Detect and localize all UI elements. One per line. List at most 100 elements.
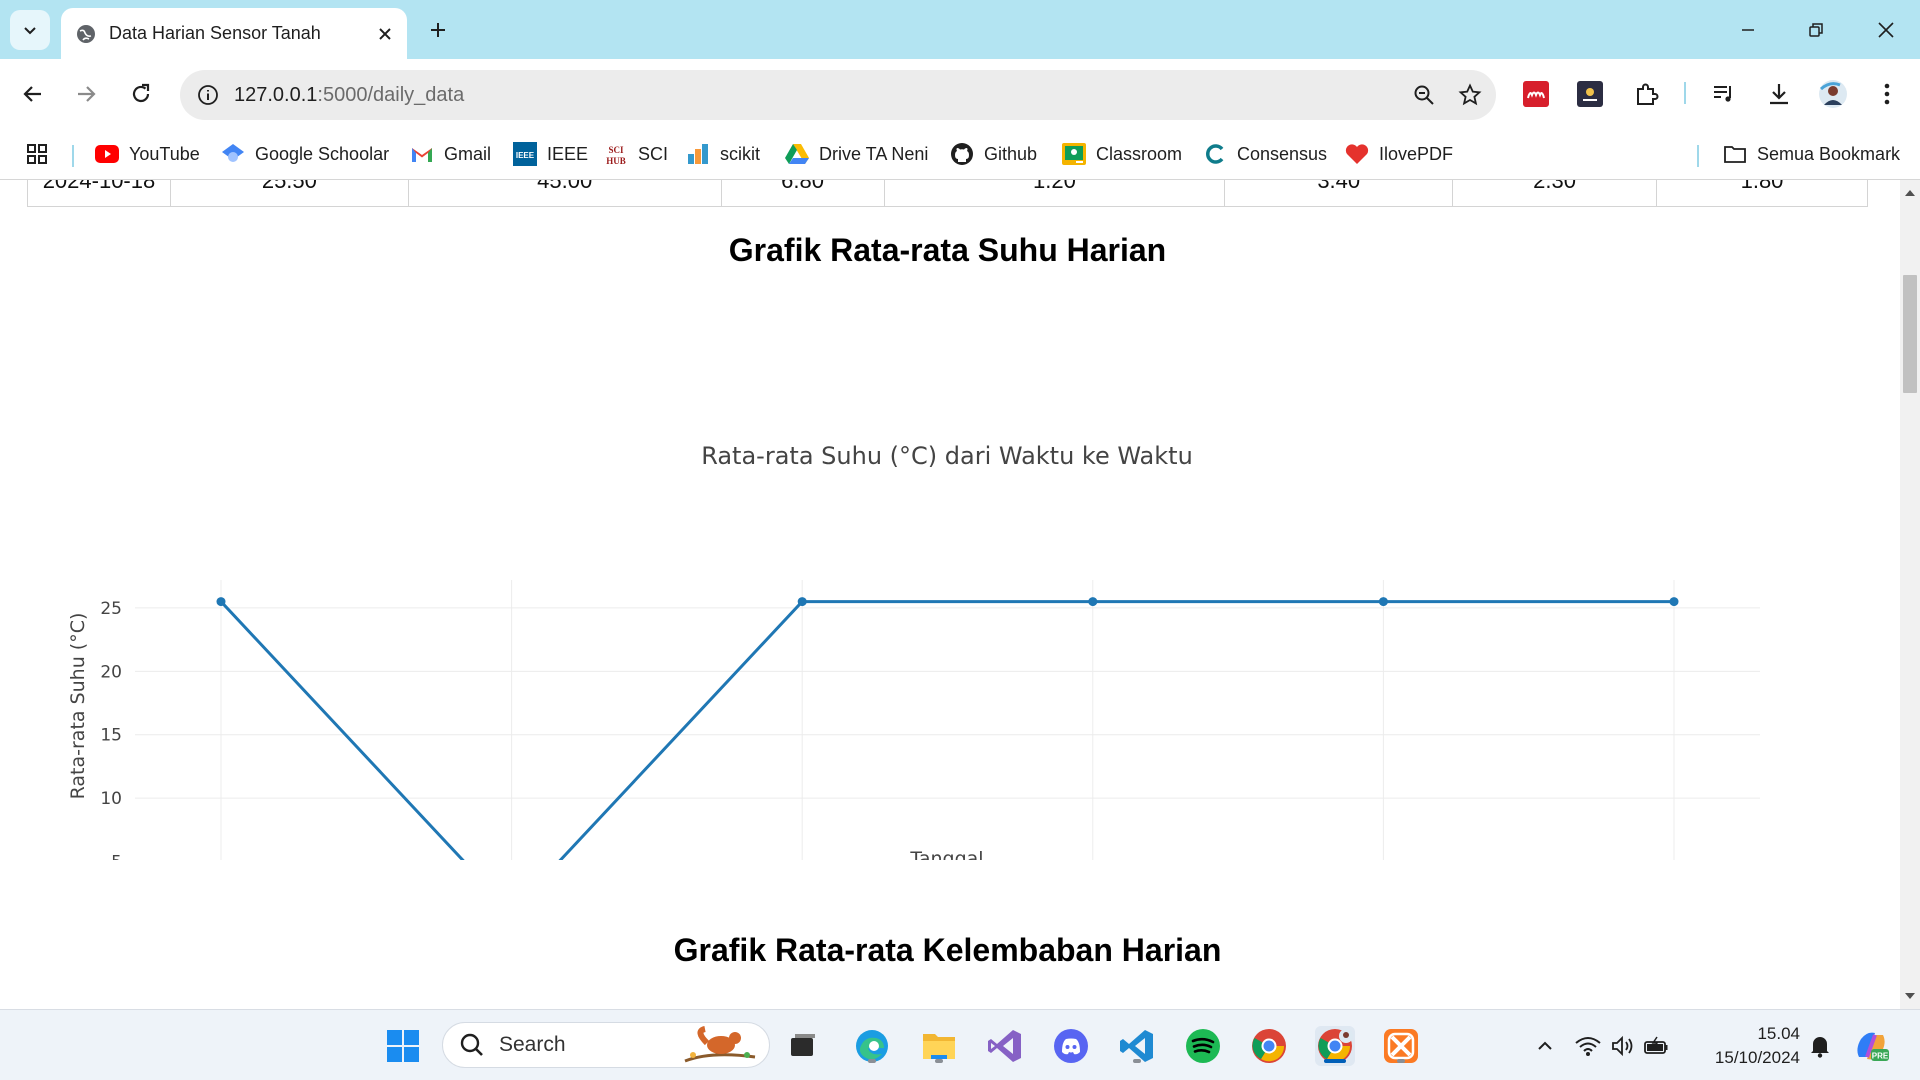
- page-scrollbar[interactable]: [1900, 180, 1920, 1009]
- new-tab-button[interactable]: [420, 12, 456, 48]
- bookmark-youtube[interactable]: YouTube: [95, 139, 200, 169]
- url-text[interactable]: 127.0.0.1:5000/daily_data: [234, 84, 1404, 107]
- address-bar[interactable]: 127.0.0.1:5000/daily_data: [180, 70, 1496, 120]
- scrollbar-thumb[interactable]: [1903, 275, 1917, 393]
- search-placeholder: Search: [499, 1033, 566, 1056]
- chrome-menu-icon[interactable]: [1870, 77, 1904, 111]
- arrow-left-icon: [22, 83, 44, 105]
- scroll-up-arrow-icon[interactable]: [1905, 188, 1915, 198]
- media-control-icon[interactable]: [1707, 77, 1741, 111]
- table-cell: 25.50: [169, 180, 409, 207]
- taskbar-xampp[interactable]: [1381, 1026, 1421, 1066]
- site-info-icon[interactable]: [192, 79, 224, 111]
- data-point: [1088, 597, 1098, 607]
- svg-text:SCI: SCI: [608, 145, 624, 155]
- back-button[interactable]: [13, 74, 53, 114]
- minimize-button[interactable]: [1724, 10, 1772, 50]
- forward-button[interactable]: [66, 74, 106, 114]
- star-icon[interactable]: [1450, 75, 1490, 115]
- x-axis-title: Tanggal: [909, 848, 983, 860]
- clock-time: 15.04: [1757, 1024, 1800, 1043]
- close-window-button[interactable]: [1862, 10, 1910, 50]
- page-content: 2024-10-18 25.50 45.00 6.80 1.20 3.40 2.…: [0, 180, 1900, 1009]
- bookmark-drive-ta-neni[interactable]: Drive TA Neni: [785, 139, 928, 169]
- taskbar-discord[interactable]: [1051, 1026, 1091, 1066]
- active-indicator: [1324, 1059, 1346, 1063]
- apps-button[interactable]: [26, 139, 48, 169]
- taskbar-search[interactable]: Search: [442, 1022, 770, 1068]
- reload-button[interactable]: [121, 74, 161, 114]
- bookmark-consensus[interactable]: Consensus: [1203, 139, 1327, 169]
- show-hidden-icons-button[interactable]: [1525, 1026, 1565, 1066]
- bookmarks-bar: YouTube Google Schoolar Gmail IEEE IEEE …: [0, 129, 1920, 180]
- clock-date: 15/10/2024: [1714, 1048, 1800, 1067]
- plus-icon: [429, 21, 447, 39]
- folder-icon: [1723, 142, 1747, 166]
- taskbar-visual-studio[interactable]: [985, 1026, 1025, 1066]
- discord-icon: [1053, 1028, 1089, 1064]
- download-icon[interactable]: [1762, 77, 1796, 111]
- extensions-puzzle-icon[interactable]: [1629, 77, 1663, 111]
- svg-text:HUB: HUB: [606, 156, 626, 166]
- taskbar-clock[interactable]: 15.04 15/10/2024: [1700, 1022, 1800, 1070]
- y-tick-label: 5: [111, 853, 122, 860]
- zoom-icon[interactable]: [1404, 75, 1444, 115]
- tab-search-button[interactable]: [10, 10, 50, 50]
- all-bookmarks-button[interactable]: Semua Bookmark: [1723, 139, 1900, 169]
- table-cell: 2024-10-18: [27, 180, 171, 207]
- taskbar-file-explorer[interactable]: [919, 1026, 959, 1066]
- restore-icon: [1808, 22, 1824, 38]
- taskbar-vscode[interactable]: [1117, 1026, 1157, 1066]
- copilot-button[interactable]: PRE: [1851, 1026, 1891, 1066]
- gmail-icon: [410, 142, 434, 166]
- chart-title: Rata-rata Suhu (°C) dari Waktu ke Waktu: [701, 442, 1193, 470]
- restore-button[interactable]: [1792, 10, 1840, 50]
- taskbar-chrome-profile[interactable]: [1315, 1026, 1355, 1066]
- table-cell: 2.30: [1452, 180, 1658, 207]
- search-icon: [459, 1032, 485, 1058]
- chart-grid: [135, 580, 1760, 860]
- bookmark-classroom[interactable]: Classroom: [1062, 139, 1182, 169]
- bookmark-scikit[interactable]: scikit: [686, 139, 760, 169]
- bookmark-ieee[interactable]: IEEE IEEE: [513, 139, 588, 169]
- mendeley-extension-icon[interactable]: [1519, 77, 1553, 111]
- notifications-button[interactable]: [1800, 1026, 1840, 1066]
- start-button[interactable]: [383, 1026, 423, 1066]
- ieee-icon: IEEE: [513, 142, 537, 166]
- toolbar-divider: [1684, 82, 1686, 104]
- browser-tab-bar: Data Harian Sensor Tanah: [0, 0, 1920, 59]
- tab-active[interactable]: Data Harian Sensor Tanah: [61, 8, 407, 59]
- battery-icon: [1643, 1036, 1669, 1056]
- bookmark-ilovepdf[interactable]: IlovePDF: [1345, 139, 1453, 169]
- globe-icon: [75, 23, 97, 45]
- task-view-button[interactable]: [783, 1026, 823, 1066]
- taskbar-edge[interactable]: [852, 1026, 892, 1066]
- bookmark-gmail[interactable]: Gmail: [410, 139, 491, 169]
- profile-avatar[interactable]: [1816, 77, 1850, 111]
- bookmark-scihub[interactable]: SCI HUB SCI: [604, 139, 668, 169]
- table-cell: 6.80: [720, 180, 885, 207]
- spotify-icon: [1185, 1028, 1221, 1064]
- tactiq-extension-icon[interactable]: [1573, 77, 1607, 111]
- chevron-down-icon: [22, 22, 38, 38]
- windows-logo-icon: [386, 1029, 420, 1063]
- running-indicator: [935, 1059, 943, 1063]
- section-title-humidity: Grafik Rata-rata Kelembaban Harian: [673, 932, 1222, 968]
- classroom-icon: [1062, 142, 1086, 166]
- scroll-down-arrow-icon[interactable]: [1905, 991, 1915, 1001]
- ilovepdf-icon: [1345, 142, 1369, 166]
- close-icon: [1877, 21, 1895, 39]
- reload-icon: [130, 83, 152, 105]
- daily-data-table: 2024-10-18 25.50 45.00 6.80 1.20 3.40 2.…: [27, 180, 1868, 207]
- scikit-icon: [686, 142, 710, 166]
- scihub-icon: SCI HUB: [604, 142, 628, 166]
- system-tray-network-volume-battery[interactable]: [1572, 1026, 1672, 1066]
- taskbar-spotify[interactable]: [1183, 1026, 1223, 1066]
- y-tick-label: 10: [100, 789, 122, 809]
- close-tab-icon[interactable]: [369, 18, 401, 50]
- chart-axes: 0510152025Oct 13Oct 14Oct 15Oct 16Oct 17…: [100, 599, 122, 860]
- taskbar-chrome[interactable]: [1249, 1026, 1289, 1066]
- bookmark-github[interactable]: Github: [950, 139, 1037, 169]
- browser-toolbar: 127.0.0.1:5000/daily_data: [0, 59, 1920, 129]
- bookmark-google-scholar[interactable]: Google Schoolar: [221, 139, 389, 169]
